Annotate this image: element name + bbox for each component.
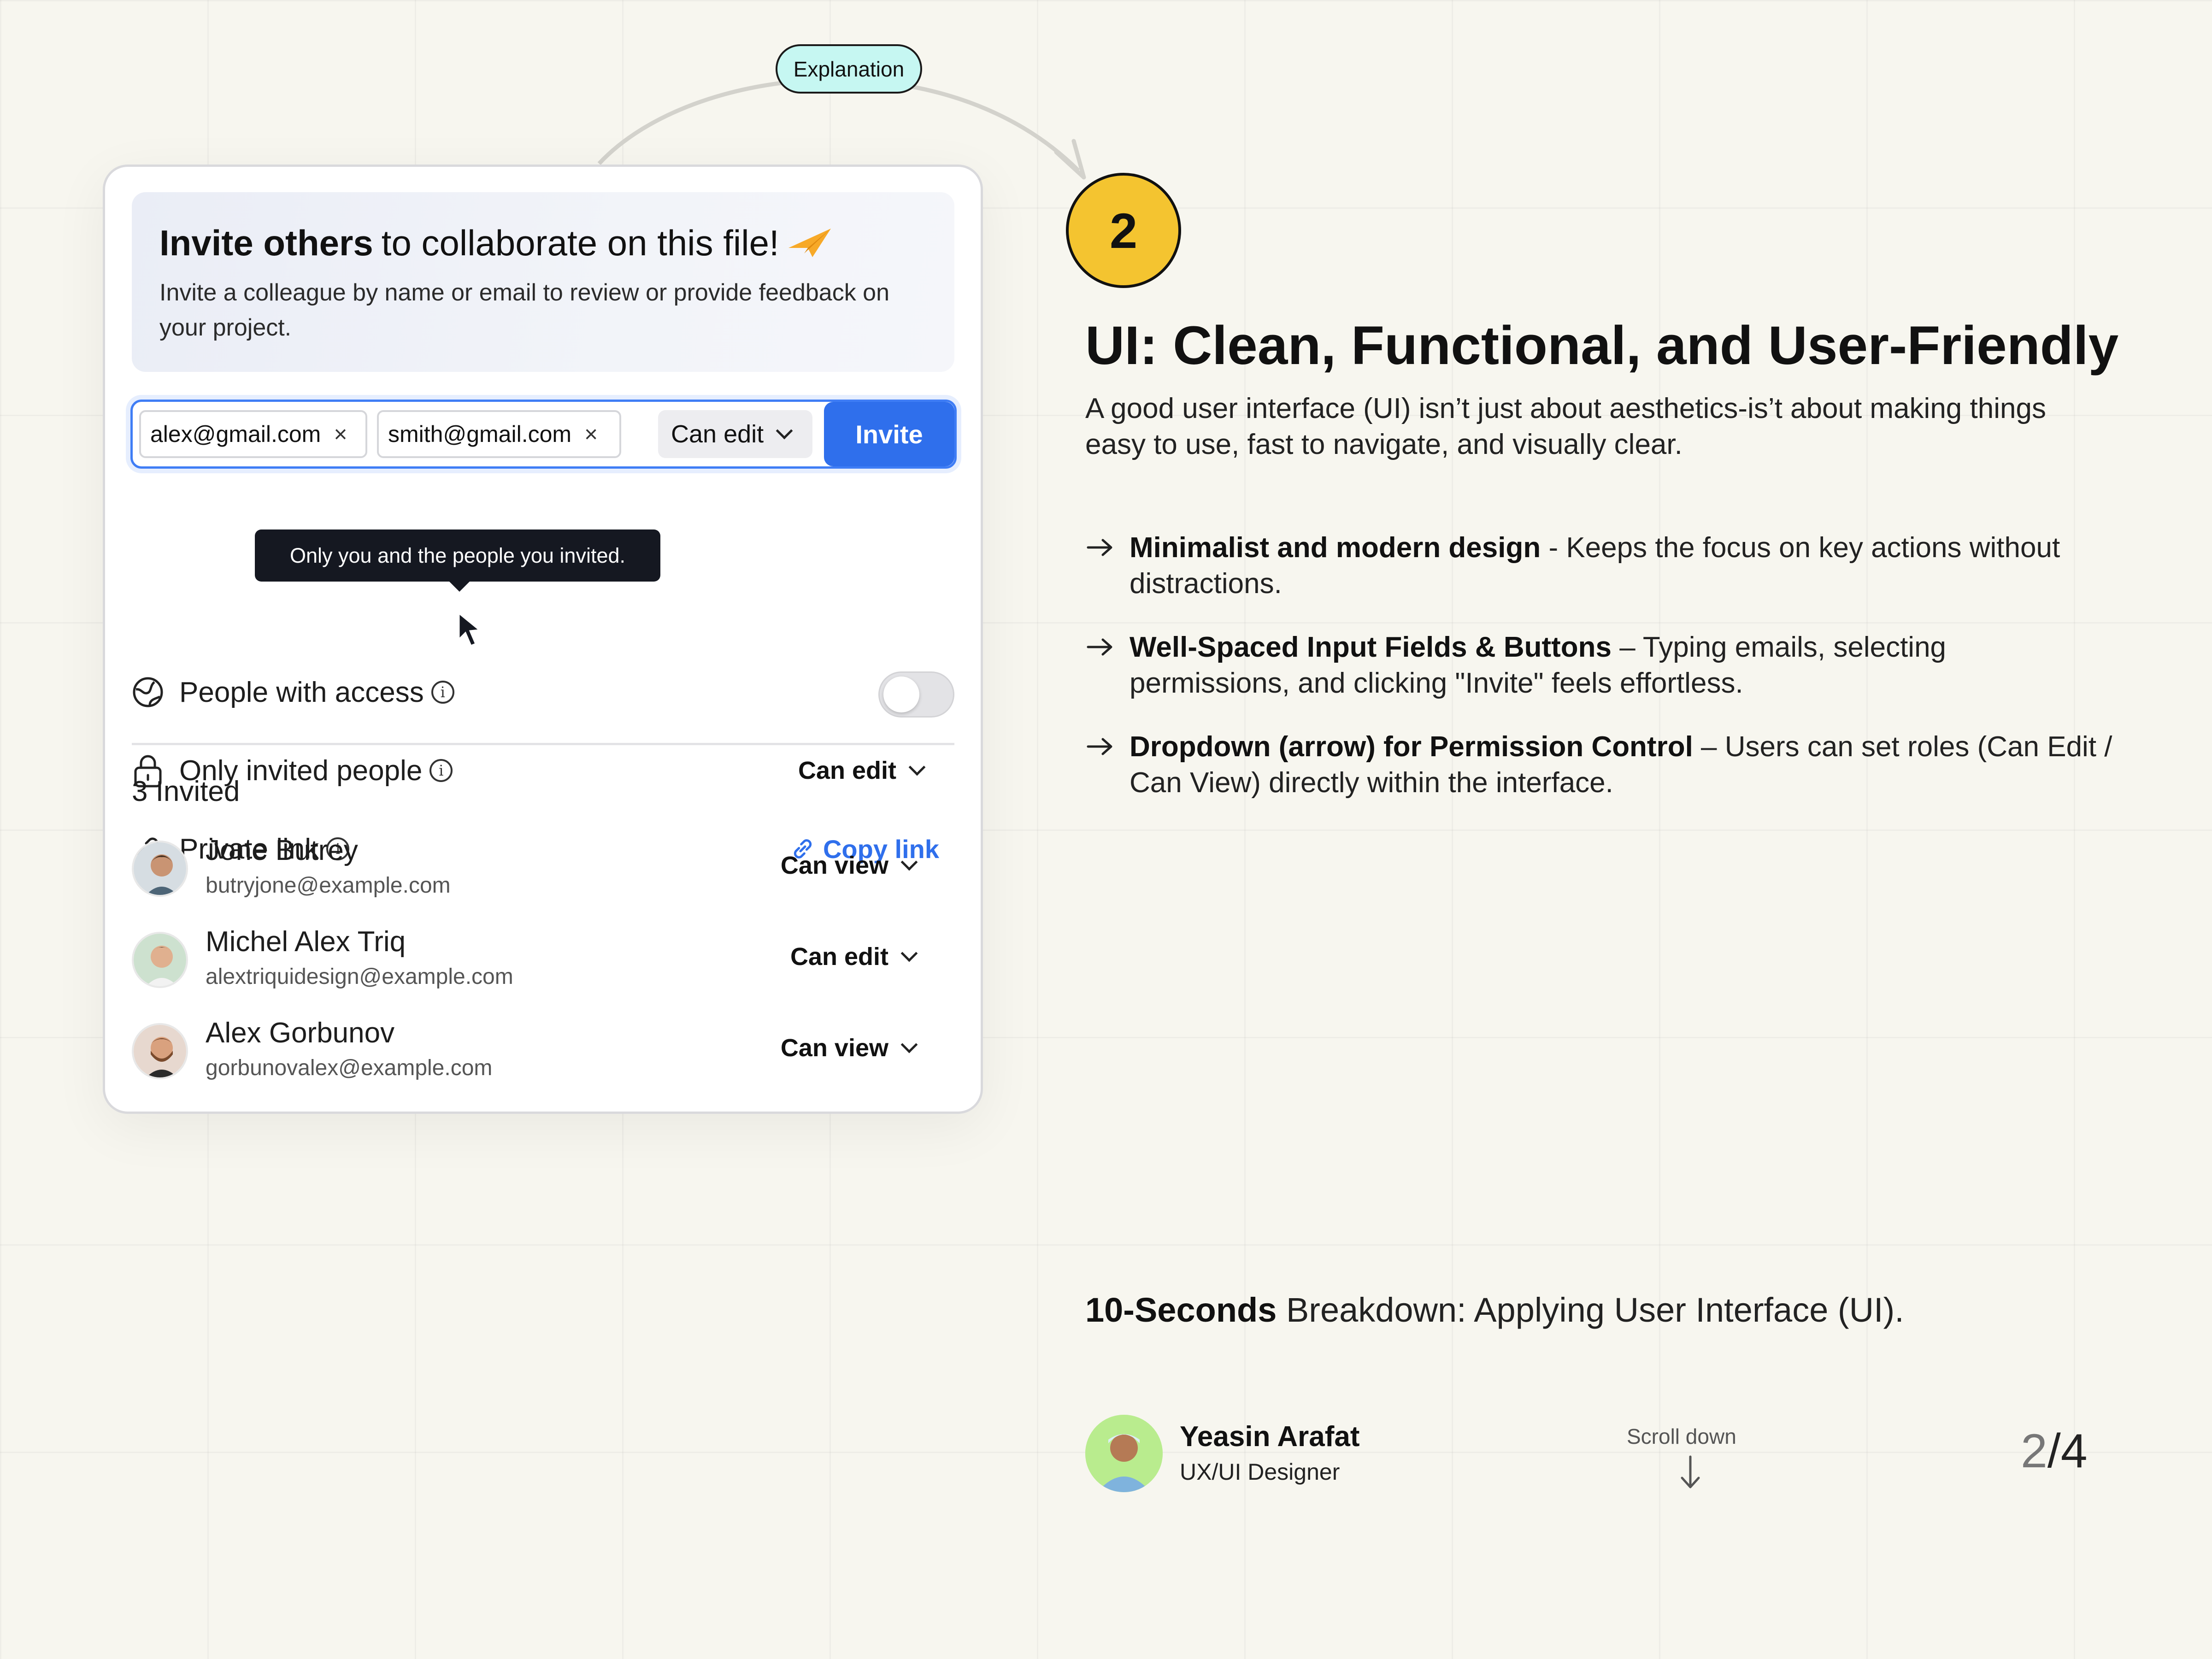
arrow-down-icon bbox=[1681, 1455, 1700, 1488]
invited-person-row: Jone Butrey butryjone@example.com Can vi… bbox=[132, 830, 957, 909]
people-with-access-row: People with access i bbox=[130, 665, 955, 720]
author-avatar bbox=[1085, 1415, 1163, 1492]
email-chip-label: smith@gmail.com bbox=[388, 421, 572, 447]
arrow-right-icon bbox=[1085, 629, 1115, 668]
only-invited-permission-label: Can edit bbox=[798, 757, 896, 784]
explanation-label: Explanation bbox=[776, 44, 922, 94]
chevron-down-icon bbox=[900, 1036, 918, 1053]
people-with-access-label: People with access bbox=[179, 676, 424, 708]
person-email: butryjone@example.com bbox=[206, 873, 451, 898]
bullet-item: Minimalist and modern design - Keeps the… bbox=[1085, 530, 2113, 602]
chevron-down-icon bbox=[900, 945, 918, 962]
invited-person-row: Alex Gorbunov gorbunovalex@example.com C… bbox=[132, 1013, 957, 1091]
page-current: 2 bbox=[2021, 1424, 2047, 1478]
invited-count: 3 Invited bbox=[132, 776, 240, 807]
bullet-item: Dropdown (arrow) for Permission Control … bbox=[1085, 729, 2113, 801]
info-icon[interactable]: i bbox=[429, 759, 453, 782]
person-permission-label: Can edit bbox=[790, 943, 888, 971]
person-name: Jone Butrey bbox=[206, 835, 358, 866]
page-indicator: 2/4 bbox=[2021, 1424, 2088, 1479]
bullet-item: Well-Spaced Input Fields & Buttons – Typ… bbox=[1085, 629, 2113, 701]
author-name: Yeasin Arafat bbox=[1180, 1421, 1360, 1453]
breakdown-caption: 10-Seconds Breakdown: Applying User Inte… bbox=[1085, 1290, 1904, 1330]
toggle-knob bbox=[883, 677, 919, 712]
email-chip[interactable]: smith@gmail.com × bbox=[377, 410, 621, 458]
card-title: Invite others to collaborate on this fil… bbox=[159, 222, 835, 264]
email-chip-label: alex@gmail.com bbox=[150, 421, 321, 447]
invited-person-row: Michel Alex Triq alextriquidesign@exampl… bbox=[132, 922, 957, 1000]
person-name: Michel Alex Triq bbox=[206, 926, 406, 958]
chevron-down-icon bbox=[776, 422, 793, 440]
bullet-bold: Well-Spaced Input Fields & Buttons bbox=[1130, 631, 1612, 663]
card-title-rest: to collaborate on this file! bbox=[381, 223, 779, 263]
step-number-badge: 2 bbox=[1066, 173, 1181, 288]
card-header: Invite others to collaborate on this fil… bbox=[132, 192, 954, 372]
paper-plane-icon bbox=[788, 228, 831, 257]
bullet-bold: Dropdown (arrow) for Permission Control bbox=[1130, 731, 1693, 763]
arrow-right-icon bbox=[1085, 530, 1115, 568]
person-permission-dropdown[interactable]: Can view bbox=[780, 851, 918, 880]
access-toggle[interactable] bbox=[878, 671, 954, 718]
breakdown-text: Breakdown: Applying User Interface (UI). bbox=[1277, 1291, 1904, 1329]
card-subtitle: Invite a colleague by name or email to r… bbox=[159, 279, 889, 341]
scroll-down-label: Scroll down bbox=[1627, 1424, 1736, 1448]
avatar bbox=[132, 841, 188, 897]
remove-chip-icon[interactable]: × bbox=[334, 421, 347, 447]
person-email: alextriquidesign@example.com bbox=[206, 965, 513, 989]
person-email: gorbunovalex@example.com bbox=[206, 1056, 493, 1080]
card-title-bold: Invite others bbox=[159, 223, 373, 263]
permission-dropdown[interactable]: Can edit bbox=[658, 410, 812, 458]
invite-email-input[interactable]: alex@gmail.com × smith@gmail.com × Can e… bbox=[130, 400, 957, 469]
avatar bbox=[132, 1023, 188, 1079]
permission-dropdown-label: Can edit bbox=[671, 420, 764, 448]
page-total: /4 bbox=[2047, 1424, 2088, 1478]
invite-card: Invite others to collaborate on this fil… bbox=[103, 165, 983, 1114]
person-permission-label: Can view bbox=[780, 852, 888, 879]
person-permission-dropdown[interactable]: Can view bbox=[780, 1034, 918, 1062]
tooltip: Only you and the people you invited. bbox=[255, 529, 660, 592]
breakdown-bold: 10-Seconds bbox=[1085, 1291, 1277, 1329]
page-title: UI: Clean, Functional, and User-Friendly bbox=[1085, 315, 2119, 376]
invite-button[interactable]: Invite bbox=[824, 402, 954, 466]
chevron-down-icon bbox=[900, 853, 918, 871]
info-icon[interactable]: i bbox=[431, 681, 454, 704]
section-divider bbox=[132, 743, 954, 745]
avatar bbox=[132, 932, 188, 988]
intro-text: A good user interface (UI) isn’t just ab… bbox=[1085, 393, 2046, 460]
arrow-right-icon bbox=[1085, 729, 1115, 767]
author-role: UX/UI Designer bbox=[1180, 1459, 1340, 1485]
remove-chip-icon[interactable]: × bbox=[584, 421, 598, 447]
mouse-cursor-icon bbox=[458, 612, 481, 647]
only-invited-permission-dropdown[interactable]: Can edit bbox=[798, 756, 926, 785]
person-permission-dropdown[interactable]: Can edit bbox=[790, 942, 918, 971]
person-permission-label: Can view bbox=[780, 1034, 888, 1062]
bullet-bold: Minimalist and modern design bbox=[1130, 532, 1541, 564]
only-invited-row: Only invited people i Can edit bbox=[130, 743, 955, 798]
email-chip[interactable]: alex@gmail.com × bbox=[139, 410, 367, 458]
chevron-down-icon bbox=[908, 759, 926, 776]
person-name: Alex Gorbunov bbox=[206, 1017, 395, 1049]
globe-icon bbox=[130, 675, 165, 710]
